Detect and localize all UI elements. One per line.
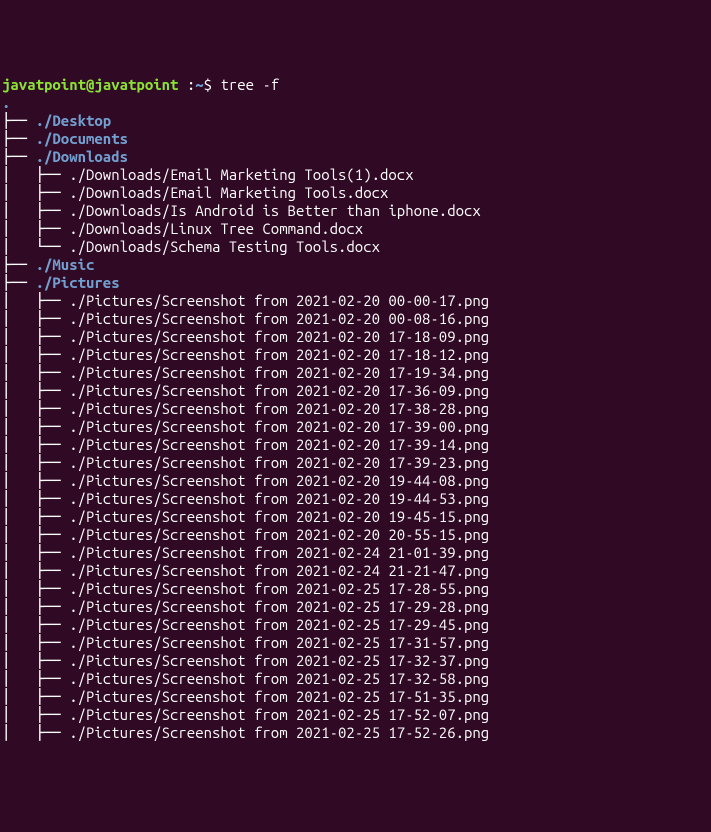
tree-branch: │ ├── <box>2 526 69 543</box>
tree-entry: ./Pictures/Screenshot from 2021-02-25 17… <box>69 634 489 651</box>
tree-branch: │ ├── <box>2 418 69 435</box>
tree-entry: ./Pictures/Screenshot from 2021-02-20 17… <box>69 364 489 381</box>
tree-branch: │ ├── <box>2 454 69 471</box>
tree-entry: ./Pictures/Screenshot from 2021-02-20 17… <box>69 436 489 453</box>
tree-entry: ./Downloads/Linux Tree Command.docx <box>69 220 363 237</box>
tree-entry: ./Pictures/Screenshot from 2021-02-20 19… <box>69 508 489 525</box>
tree-entry: ./Pictures/Screenshot from 2021-02-20 17… <box>69 400 489 417</box>
tree-branch: │ ├── <box>2 184 69 201</box>
tree-branch: │ ├── <box>2 490 69 507</box>
prompt-symbol: $ <box>204 76 221 93</box>
tree-entry: ./Downloads/Schema Testing Tools.docx <box>69 238 380 255</box>
tree-entry: ./Pictures/Screenshot from 2021-02-20 17… <box>69 418 489 435</box>
tree-entry: ./Pictures/Screenshot from 2021-02-20 17… <box>69 382 489 399</box>
terminal-output[interactable]: javatpoint@javatpoint :~$ tree -f . ├── … <box>2 76 709 742</box>
tree-branch: │ ├── <box>2 598 69 615</box>
tree-entry: ./Downloads/Email Marketing Tools(1).doc… <box>69 166 413 183</box>
tree-entry: ./Pictures/Screenshot from 2021-02-25 17… <box>69 688 489 705</box>
tree-branch: │ ├── <box>2 382 69 399</box>
tree-entry: ./Pictures/Screenshot from 2021-02-20 17… <box>69 454 489 471</box>
tree-root: . <box>2 94 10 111</box>
tree-entry: ./Pictures/Screenshot from 2021-02-20 20… <box>69 526 489 543</box>
tree-body: ├── ./Desktop ├── ./Documents ├── ./Down… <box>2 112 709 742</box>
tree-entry: ./Music <box>36 256 95 273</box>
tree-entry: ./Pictures/Screenshot from 2021-02-20 17… <box>69 346 489 363</box>
tree-entry: ./Pictures/Screenshot from 2021-02-20 19… <box>69 490 489 507</box>
tree-branch: │ ├── <box>2 580 69 597</box>
tree-branch: │ ├── <box>2 724 69 741</box>
tree-branch: │ ├── <box>2 436 69 453</box>
tree-entry: ./Pictures/Screenshot from 2021-02-25 17… <box>69 706 489 723</box>
tree-branch: │ ├── <box>2 544 69 561</box>
tree-entry: ./Downloads/Email Marketing Tools.docx <box>69 184 388 201</box>
tree-branch: │ ├── <box>2 346 69 363</box>
tree-branch: │ ├── <box>2 310 69 327</box>
tree-branch: │ ├── <box>2 508 69 525</box>
prompt-user: javatpoint <box>2 76 86 93</box>
tree-branch: │ ├── <box>2 400 69 417</box>
tree-entry: ./Pictures/Screenshot from 2021-02-25 17… <box>69 724 489 741</box>
tree-entry: ./Pictures/Screenshot from 2021-02-25 17… <box>69 580 489 597</box>
tree-branch: ├── <box>2 148 36 165</box>
tree-entry: ./Downloads/Is Android is Better than ip… <box>69 202 481 219</box>
prompt-host: javatpoint <box>94 76 178 93</box>
tree-entry: ./Pictures/Screenshot from 2021-02-24 21… <box>69 544 489 561</box>
tree-branch: ├── <box>2 256 36 273</box>
tree-branch: │ ├── <box>2 688 69 705</box>
tree-branch: │ ├── <box>2 220 69 237</box>
tree-branch: │ ├── <box>2 166 69 183</box>
tree-branch: ├── <box>2 112 36 129</box>
tree-branch: │ ├── <box>2 616 69 633</box>
prompt-path: ~ <box>195 76 203 93</box>
tree-entry: ./Pictures/Screenshot from 2021-02-25 17… <box>69 670 489 687</box>
tree-entry: ./Documents <box>36 130 128 147</box>
tree-branch: │ ├── <box>2 292 69 309</box>
tree-branch: │ ├── <box>2 562 69 579</box>
tree-entry: ./Pictures/Screenshot from 2021-02-20 17… <box>69 328 489 345</box>
tree-branch: ├── <box>2 274 36 291</box>
command-text: tree -f <box>220 76 279 93</box>
tree-branch: ├── <box>2 130 36 147</box>
tree-entry: ./Pictures/Screenshot from 2021-02-25 17… <box>69 616 489 633</box>
tree-entry: ./Pictures/Screenshot from 2021-02-20 00… <box>69 292 489 309</box>
tree-branch: │ ├── <box>2 670 69 687</box>
tree-branch: │ ├── <box>2 472 69 489</box>
tree-branch: │ ├── <box>2 652 69 669</box>
tree-entry: ./Pictures/Screenshot from 2021-02-25 17… <box>69 652 489 669</box>
tree-entry: ./Pictures <box>36 274 120 291</box>
tree-entry: ./Pictures/Screenshot from 2021-02-20 00… <box>69 310 489 327</box>
tree-entry: ./Pictures/Screenshot from 2021-02-24 21… <box>69 562 489 579</box>
tree-entry: ./Downloads <box>36 148 128 165</box>
tree-branch: │ ├── <box>2 202 69 219</box>
tree-branch: │ ├── <box>2 634 69 651</box>
tree-branch: │ ├── <box>2 328 69 345</box>
tree-entry: ./Desktop <box>36 112 112 129</box>
prompt-sep: : <box>178 76 195 93</box>
prompt-line: javatpoint@javatpoint :~$ tree -f <box>2 76 279 93</box>
tree-branch: │ └── <box>2 238 69 255</box>
tree-entry: ./Pictures/Screenshot from 2021-02-25 17… <box>69 598 489 615</box>
tree-branch: │ ├── <box>2 706 69 723</box>
tree-entry: ./Pictures/Screenshot from 2021-02-20 19… <box>69 472 489 489</box>
tree-branch: │ ├── <box>2 364 69 381</box>
